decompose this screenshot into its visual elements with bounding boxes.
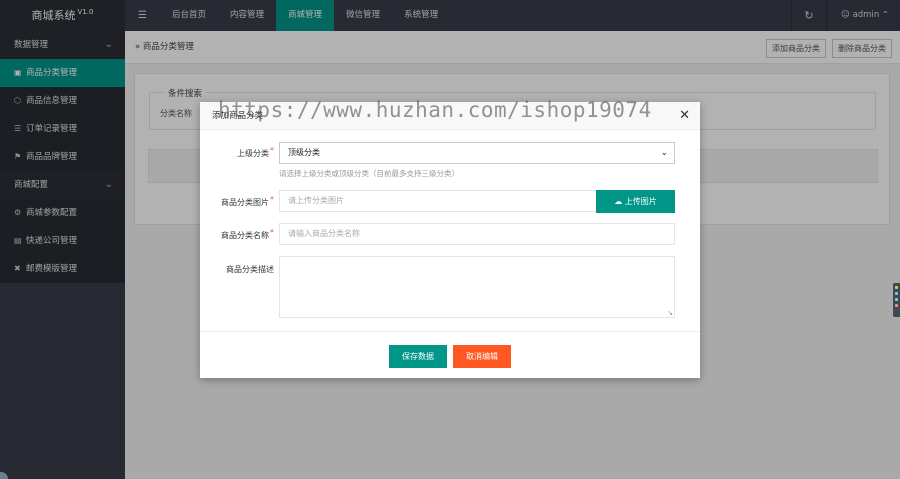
category-desc-label: 商品分类描述 (226, 265, 274, 274)
floating-side-tab[interactable] (893, 283, 900, 317)
upload-image-label: 上传图片 (624, 197, 657, 206)
watermark-text: https://www.huzhan.com/ishop19074 (218, 98, 652, 122)
chevron-down-icon: ⌄ (660, 148, 668, 158)
close-icon[interactable]: ✕ (679, 102, 690, 130)
required-mark: * (270, 195, 274, 204)
category-desc-textarea[interactable]: ↘ (279, 256, 675, 318)
side-tab-dot (895, 298, 898, 301)
category-image-label-text: 商品分类图片 (221, 198, 269, 207)
upload-image-button[interactable]: ☁ 上传图片 (596, 190, 675, 213)
side-tab-dot (895, 286, 898, 289)
parent-category-hint: 请选择上级分类或顶级分类（目前最多支持三级分类） (279, 169, 459, 178)
category-name-label: 商品分类名称* (204, 228, 274, 241)
side-tab-dot (895, 304, 898, 307)
parent-category-select[interactable]: 顶级分类 ⌄ (279, 142, 675, 164)
required-mark: * (270, 146, 274, 155)
category-name-label-text: 商品分类名称 (221, 231, 269, 240)
save-button[interactable]: 保存数据 (389, 345, 447, 368)
parent-category-label-text: 上级分类 (237, 149, 269, 158)
resize-grip-icon[interactable]: ↘ (667, 310, 673, 317)
cancel-button[interactable]: 取消编辑 (453, 345, 511, 368)
category-image-input[interactable]: 请上传分类图片 (279, 190, 597, 212)
cloud-upload-icon: ☁ (614, 197, 623, 206)
required-mark: * (270, 228, 274, 237)
side-tab-dot (895, 292, 898, 295)
category-image-label: 商品分类图片* (204, 195, 274, 208)
parent-category-value: 顶级分类 (288, 148, 320, 157)
category-name-input[interactable]: 请输入商品分类名称 (279, 223, 675, 245)
dialog-footer (200, 331, 700, 378)
add-category-dialog: 添加商品分类 ✕ 上级分类* 顶级分类 ⌄ 请选择上级分类或顶级分类（目前最多支持… (200, 102, 700, 378)
parent-category-label: 上级分类* (204, 146, 274, 159)
